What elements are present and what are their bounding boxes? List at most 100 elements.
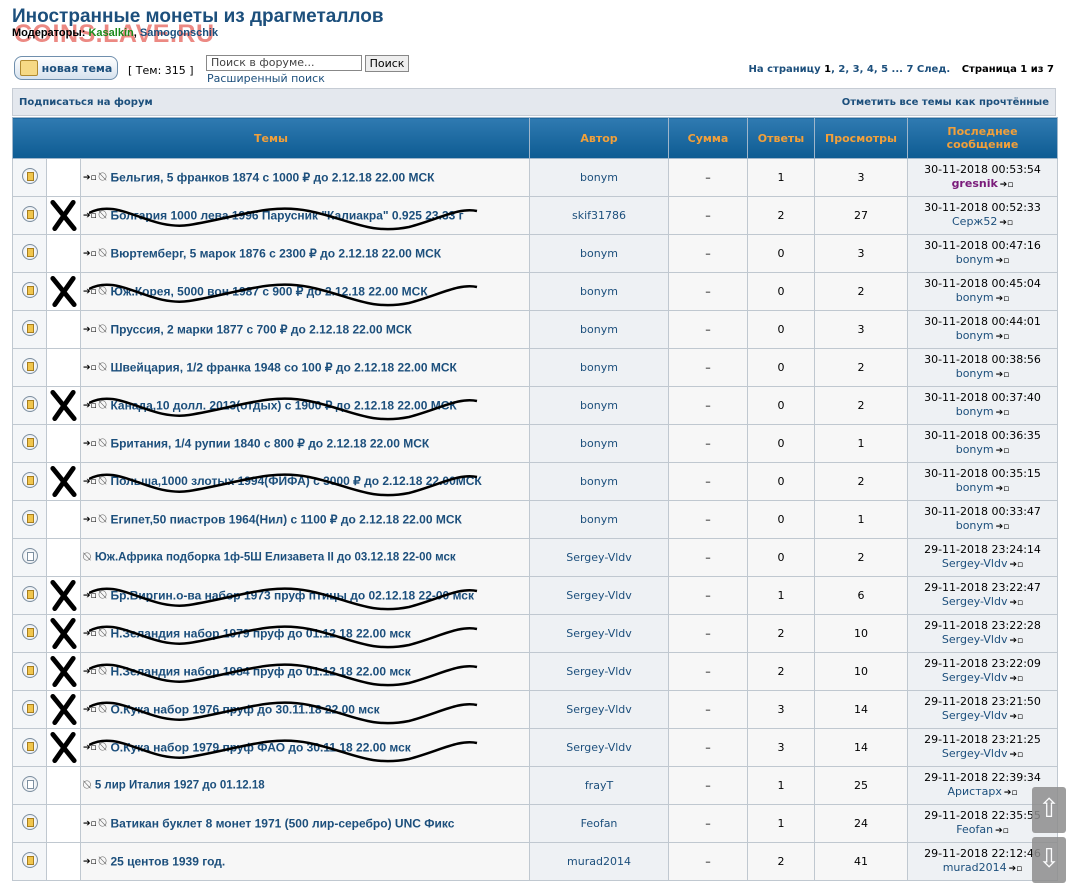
- last-post-user[interactable]: bonym: [956, 367, 994, 380]
- topic-author[interactable]: bonym: [529, 272, 669, 311]
- topic-title-link[interactable]: О.Кука набор 1976 пруф до 30.11.18 22.00…: [110, 703, 379, 717]
- topic-author[interactable]: bonym: [529, 348, 669, 387]
- topic-title-link[interactable]: Н.Зеландия набор 1984 пруф до 01.12.18 2…: [110, 665, 410, 679]
- goto-last-post-icon[interactable]: ➔▫: [1004, 788, 1018, 798]
- goto-new-icon[interactable]: ➔▫: [83, 857, 97, 867]
- page-link[interactable]: 3: [853, 64, 860, 75]
- goto-last-post-icon[interactable]: ➔▫: [995, 826, 1009, 836]
- col-views[interactable]: Просмотры: [814, 117, 908, 159]
- goto-new-icon[interactable]: ➔▫: [83, 173, 97, 183]
- last-post-user[interactable]: bonym: [956, 329, 994, 342]
- goto-new-icon[interactable]: ➔▫: [83, 325, 97, 335]
- goto-new-icon[interactable]: ➔▫: [83, 591, 97, 601]
- col-sum[interactable]: Сумма: [668, 117, 748, 159]
- topic-title-link[interactable]: Польша,1000 злотых 1994(ФИФА) с 3000 ₽ д…: [110, 474, 481, 488]
- topic-title-link[interactable]: Болгария 1000 лева 1996 Парусник "Калиак…: [110, 209, 463, 223]
- last-post-user[interactable]: Sergey-Vldv: [942, 747, 1008, 760]
- goto-new-icon[interactable]: ➔▫: [83, 515, 97, 525]
- moderator-link[interactable]: Samogonschik: [140, 27, 218, 39]
- col-last-post[interactable]: Последнее сообщение: [907, 117, 1058, 159]
- topic-author[interactable]: bonym: [529, 500, 669, 539]
- goto-last-post-icon[interactable]: ➔▫: [1009, 598, 1023, 608]
- topic-title-link[interactable]: Вюртемберг, 5 марок 1876 с 2300 ₽ до 2.1…: [110, 247, 441, 261]
- goto-last-post-icon[interactable]: ➔▫: [1009, 750, 1023, 760]
- goto-new-icon[interactable]: ➔▫: [83, 287, 97, 297]
- last-post-user[interactable]: bonym: [956, 405, 994, 418]
- goto-last-post-icon[interactable]: ➔▫: [1009, 636, 1023, 646]
- goto-last-post-icon[interactable]: ➔▫: [1009, 864, 1023, 874]
- last-post-user[interactable]: bonym: [956, 443, 994, 456]
- last-post-user[interactable]: Feofan: [956, 823, 993, 836]
- last-post-user[interactable]: Sergey-Vldv: [942, 557, 1008, 570]
- topic-author[interactable]: bonym: [529, 424, 669, 463]
- goto-last-post-icon[interactable]: ➔▫: [1000, 180, 1014, 190]
- goto-last-post-icon[interactable]: ➔▫: [996, 522, 1010, 532]
- topic-author[interactable]: bonym: [529, 234, 669, 273]
- topic-author[interactable]: Sergey-Vldv: [529, 614, 669, 653]
- topic-author[interactable]: skif31786: [529, 196, 669, 235]
- goto-last-post-icon[interactable]: ➔▫: [1009, 674, 1023, 684]
- topic-author[interactable]: Sergey-Vldv: [529, 538, 669, 577]
- topic-title-link[interactable]: О.Кука набор 1979 пруф ФАО до 30.11.18 2…: [110, 741, 410, 755]
- page-link[interactable]: 7: [906, 64, 913, 75]
- goto-last-post-icon[interactable]: ➔▫: [996, 370, 1010, 380]
- last-post-user[interactable]: Sergey-Vldv: [942, 671, 1008, 684]
- topic-title-link[interactable]: 5 лир Италия 1927 до 01.12.18: [95, 780, 265, 792]
- goto-new-icon[interactable]: ➔▫: [83, 439, 97, 449]
- goto-new-icon[interactable]: ➔▫: [83, 819, 97, 829]
- col-replies[interactable]: Ответы: [747, 117, 815, 159]
- subscribe-link[interactable]: Подписаться на форум: [19, 97, 153, 108]
- topic-title-link[interactable]: Бр.Виргин.о-ва набор 1973 пруф птицы до …: [110, 589, 474, 603]
- last-post-user[interactable]: bonym: [956, 291, 994, 304]
- topic-author[interactable]: bonym: [529, 386, 669, 425]
- goto-last-post-icon[interactable]: ➔▫: [996, 256, 1010, 266]
- topic-title-link[interactable]: Бельгия, 5 франков 1874 с 1000 ₽ до 2.12…: [110, 171, 434, 185]
- topic-title-link[interactable]: Египет,50 пиастров 1964(Нил) с 1100 ₽ до…: [110, 513, 461, 527]
- scroll-up-icon[interactable]: ⇧: [1032, 787, 1066, 833]
- advanced-search-link[interactable]: Расширенный поиск: [207, 72, 325, 85]
- topic-author[interactable]: Sergey-Vldv: [529, 576, 669, 615]
- last-post-user[interactable]: Sergey-Vldv: [942, 595, 1008, 608]
- goto-new-icon[interactable]: ➔▫: [83, 249, 97, 259]
- goto-new-icon[interactable]: ➔▫: [83, 743, 97, 753]
- topic-title-link[interactable]: 25 центов 1939 год.: [110, 855, 225, 869]
- topic-title-link[interactable]: Юж.Африка подборка 1ф-5Ш Елизавета II до…: [95, 552, 456, 564]
- last-post-user[interactable]: Аристарх: [948, 785, 1002, 798]
- last-post-user[interactable]: gresnik: [952, 177, 998, 190]
- mark-read-link[interactable]: Отметить все темы как прочтённые: [842, 97, 1049, 108]
- goto-last-post-icon[interactable]: ➔▫: [996, 408, 1010, 418]
- goto-new-icon[interactable]: ➔▫: [83, 667, 97, 677]
- goto-new-icon[interactable]: ➔▫: [83, 401, 97, 411]
- goto-last-post-icon[interactable]: ➔▫: [999, 218, 1013, 228]
- topic-title-link[interactable]: Канада,10 долл. 2013(отдых) с 1900 ₽ до …: [110, 399, 456, 413]
- scroll-down-icon[interactable]: ⇩: [1032, 837, 1066, 883]
- topic-title-link[interactable]: Н.Зеландия набор 1979 пруф до 01.12.18 2…: [110, 627, 410, 641]
- goto-last-post-icon[interactable]: ➔▫: [996, 332, 1010, 342]
- topic-title-link[interactable]: Юж.Корея, 5000 вон 1987 с 900 ₽ до 2.12.…: [110, 285, 427, 299]
- goto-last-post-icon[interactable]: ➔▫: [1009, 712, 1023, 722]
- last-post-user[interactable]: murad2014: [943, 861, 1007, 874]
- col-topics[interactable]: Темы: [12, 117, 530, 159]
- last-post-user[interactable]: bonym: [956, 253, 994, 266]
- topic-author[interactable]: Feofan: [529, 804, 669, 843]
- topic-author[interactable]: murad2014: [529, 842, 669, 881]
- topic-author[interactable]: bonym: [529, 158, 669, 197]
- goto-last-post-icon[interactable]: ➔▫: [1009, 560, 1023, 570]
- search-input[interactable]: Поиск в форуме...: [206, 55, 362, 71]
- page-link[interactable]: 4: [867, 64, 874, 75]
- goto-new-icon[interactable]: ➔▫: [83, 363, 97, 373]
- search-button[interactable]: Поиск: [365, 55, 409, 72]
- topic-author[interactable]: Sergey-Vldv: [529, 690, 669, 729]
- moderator-link[interactable]: Kasalkin: [88, 27, 133, 39]
- page-link[interactable]: 5: [881, 64, 888, 75]
- topic-author[interactable]: Sergey-Vldv: [529, 652, 669, 691]
- goto-new-icon[interactable]: ➔▫: [83, 211, 97, 221]
- col-author[interactable]: Автор: [529, 117, 669, 159]
- topic-author[interactable]: bonym: [529, 310, 669, 349]
- last-post-user[interactable]: Sergey-Vldv: [942, 633, 1008, 646]
- next-page-link[interactable]: След.: [917, 64, 950, 75]
- topic-author[interactable]: frayT: [529, 766, 669, 805]
- topic-title-link[interactable]: Пруссия, 2 марки 1877 с 700 ₽ до 2.12.18…: [110, 323, 411, 337]
- new-topic-button[interactable]: новая тема: [14, 56, 118, 80]
- page-link[interactable]: 2: [838, 64, 845, 75]
